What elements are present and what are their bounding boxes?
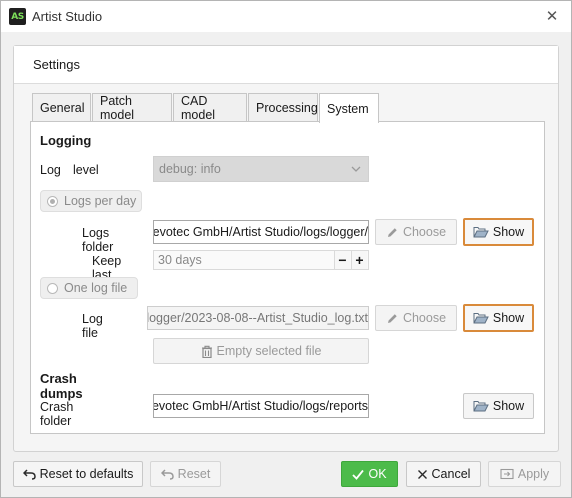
keep-last-value: 30 days — [158, 253, 202, 267]
crash-folder-value: /Jevotec GmbH/Artist Studio/logs/reports — [153, 399, 368, 413]
logging-section-title: Logging — [40, 133, 92, 148]
logs-per-day-radio[interactable]: Logs per day — [40, 190, 142, 212]
folder-icon — [473, 312, 489, 323]
trash-icon — [201, 345, 212, 358]
pencil-icon — [387, 227, 397, 237]
title-bar: AS Artist Studio ✕ — [1, 1, 571, 32]
show-label: Show — [492, 225, 525, 239]
tab-processing[interactable]: Processing — [248, 93, 318, 122]
logs-folder-field[interactable]: /Jevotec GmbH/Artist Studio/logs/logger/ — [153, 220, 369, 244]
undo-icon — [22, 469, 36, 480]
check-icon — [352, 469, 365, 480]
log-level-dropdown[interactable]: debug: info — [153, 156, 369, 182]
tab-general[interactable]: General — [32, 93, 91, 122]
log-file-value: /logger/2023-08-08--Artist_Studio_log.tx… — [147, 311, 368, 325]
choose-label: Choose — [402, 311, 447, 325]
empty-selected-label: Empty selected file — [216, 344, 322, 358]
choose-label: Choose — [402, 225, 447, 239]
tab-patch-model[interactable]: Patch model — [92, 93, 172, 122]
reset-to-defaults-button[interactable]: Reset to defaults — [13, 461, 143, 487]
crash-folder-field[interactable]: /Jevotec GmbH/Artist Studio/logs/reports — [153, 394, 369, 418]
cancel-x-icon — [417, 469, 427, 479]
app-icon: AS — [9, 8, 26, 25]
log-file-label: Log file — [82, 312, 103, 340]
show-label: Show — [492, 399, 525, 413]
apply-label: Apply — [517, 467, 550, 481]
folder-icon — [473, 226, 489, 237]
level-label: level — [73, 163, 99, 177]
keep-last-spinbox[interactable]: 30 days − + — [153, 250, 369, 270]
log-file-show-button[interactable]: Show — [463, 304, 534, 332]
pencil-icon — [387, 313, 397, 323]
increment-button[interactable]: + — [351, 251, 367, 269]
apply-button[interactable]: Apply — [488, 461, 561, 487]
dialog-window: AS Artist Studio ✕ Settings General Patc… — [0, 0, 572, 498]
ok-label: OK — [368, 467, 387, 481]
ok-button[interactable]: OK — [341, 461, 398, 487]
chevron-down-icon — [351, 166, 361, 172]
logs-per-day-label: Logs per day — [64, 194, 137, 208]
settings-title: Settings — [33, 57, 80, 72]
undo-icon — [160, 469, 174, 480]
apply-icon — [500, 468, 514, 480]
reset-button[interactable]: Reset — [150, 461, 221, 487]
tab-cad-model[interactable]: CAD model — [173, 93, 247, 122]
log-label: Log — [40, 163, 61, 177]
settings-header: Settings — [14, 46, 558, 84]
log-file-field[interactable]: /logger/2023-08-08--Artist_Studio_log.tx… — [147, 306, 369, 330]
decrement-button[interactable]: − — [334, 251, 350, 269]
tab-system[interactable]: System — [319, 93, 379, 123]
one-log-file-radio[interactable]: One log file — [40, 277, 138, 299]
crash-folder-show-button[interactable]: Show — [463, 393, 534, 419]
logs-folder-value: /Jevotec GmbH/Artist Studio/logs/logger/ — [153, 225, 368, 239]
log-file-choose-button[interactable]: Choose — [375, 305, 457, 331]
reset-to-defaults-label: Reset to defaults — [39, 467, 134, 481]
window-title: Artist Studio — [32, 9, 103, 24]
show-label: Show — [492, 311, 525, 325]
cancel-label: Cancel — [431, 467, 471, 481]
empty-selected-file-button[interactable]: Empty selected file — [153, 338, 369, 364]
close-icon[interactable]: ✕ — [541, 6, 563, 26]
crash-dumps-section-title: Crash dumps — [40, 371, 83, 401]
logs-folder-choose-button[interactable]: Choose — [375, 219, 457, 245]
logs-folder-label: Logs folder — [82, 226, 114, 254]
reset-label: Reset — [177, 467, 211, 481]
log-level-value: debug: info — [159, 162, 221, 176]
logs-folder-show-button[interactable]: Show — [463, 218, 534, 246]
folder-icon — [473, 400, 489, 411]
cancel-button[interactable]: Cancel — [406, 461, 481, 487]
radio-indicator — [47, 195, 58, 207]
radio-indicator — [47, 282, 58, 294]
crash-folder-label: Crash folder — [40, 400, 74, 428]
one-log-file-label: One log file — [64, 281, 128, 295]
